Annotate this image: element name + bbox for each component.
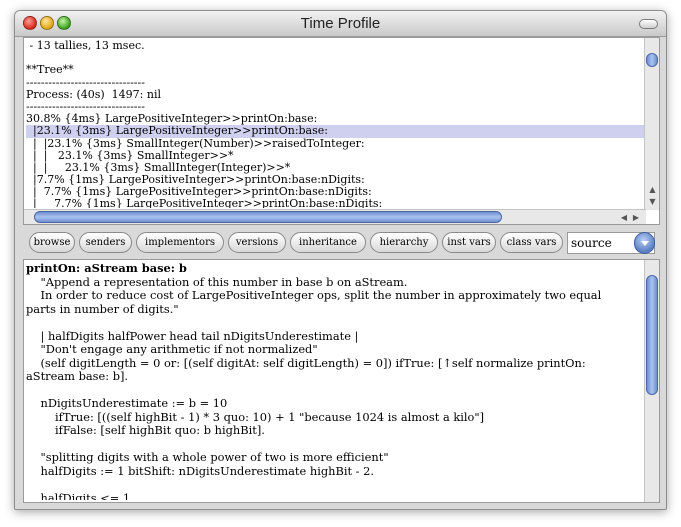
tree-row[interactable]: **Tree** bbox=[26, 64, 644, 76]
class-vars-button[interactable]: class vars bbox=[500, 232, 563, 253]
code-line: aStream base: b]. bbox=[26, 369, 129, 383]
tree-horizontal-scrollbar[interactable]: ◀ ▶ bbox=[24, 209, 646, 224]
browser-toolbar: browse senders implementors versions inh… bbox=[23, 230, 660, 256]
code-line: "splitting digits with a whole power of … bbox=[26, 450, 389, 464]
tree-row[interactable]: | 7.7% {1ms} LargePositiveInteger>>print… bbox=[26, 198, 644, 208]
code-line: nDigitsUnderestimate := b = 10 bbox=[26, 396, 228, 410]
browse-button[interactable]: browse bbox=[29, 232, 75, 253]
code-line: ifTrue: [((self highBit - 1) * 3 quo: 10… bbox=[26, 409, 485, 424]
code-line: halfDigits := 1 bitShift: nDigitsUnderes… bbox=[26, 463, 375, 478]
implementors-button[interactable]: implementors bbox=[136, 232, 224, 253]
source-select-value: source bbox=[571, 236, 612, 250]
chevron-down-icon[interactable] bbox=[634, 232, 655, 254]
code-line: ifFalse: [self highBit quo: b highBit]. bbox=[26, 423, 265, 437]
code-line: halfDigits <= 1 bbox=[26, 490, 131, 500]
code-line: In order to reduce cost of LargePositive… bbox=[26, 288, 602, 302]
tree-vertical-scroll-thumb[interactable] bbox=[646, 53, 658, 67]
time-profile-window: Time Profile - 13 tallies, 13 msec. **Tre… bbox=[14, 10, 667, 510]
code-vertical-scroll-thumb[interactable] bbox=[646, 275, 658, 395]
method-source-pane[interactable]: printOn: aStream base: b "Append a repre… bbox=[23, 259, 660, 503]
code-line: "Don't engage any arithmetic if not norm… bbox=[26, 342, 318, 356]
tree-scroll-left-arrow-icon[interactable]: ◀ bbox=[618, 210, 630, 224]
tree-row[interactable]: -------------------------------- bbox=[26, 76, 644, 89]
profile-tree-pane[interactable]: - 13 tallies, 13 msec. **Tree** ----------… bbox=[23, 37, 660, 225]
hierarchy-button[interactable]: hierarchy bbox=[370, 232, 438, 253]
code-line: parts in number of digits." bbox=[26, 301, 179, 316]
tree-row-selected[interactable]: |23.1% {3ms} LargePositiveInteger>>print… bbox=[26, 125, 644, 138]
tree-scroll-right-arrow-icon[interactable]: ▶ bbox=[630, 210, 642, 224]
inheritance-button[interactable]: inheritance bbox=[290, 232, 366, 253]
profile-tree-text[interactable]: - 13 tallies, 13 msec. **Tree** ----------… bbox=[26, 40, 644, 208]
tree-vertical-scrollbar[interactable]: ▲ ▼ bbox=[644, 38, 659, 210]
inst-vars-button[interactable]: inst vars bbox=[442, 232, 496, 253]
code-line: (self digitLength = 0 or: [(self digitAt… bbox=[26, 355, 586, 370]
tree-scroll-down-arrow-icon[interactable]: ▼ bbox=[645, 196, 659, 208]
tree-scroll-up-arrow-icon[interactable]: ▲ bbox=[645, 184, 659, 196]
method-source-text[interactable]: printOn: aStream base: b "Append a repre… bbox=[26, 262, 644, 500]
window-title: Time Profile bbox=[300, 15, 381, 32]
code-line: | halfDigits halfPower head tail nDigits… bbox=[26, 328, 359, 343]
code-line: "Append a representation of this number … bbox=[26, 274, 408, 289]
tree-row[interactable]: | |23.1% {3ms} SmallInteger(Number)>>rai… bbox=[26, 137, 644, 150]
source-select[interactable]: source bbox=[567, 232, 655, 254]
title-bar[interactable]: Time Profile bbox=[15, 11, 666, 37]
senders-button[interactable]: senders bbox=[79, 232, 132, 253]
method-signature: printOn: aStream base: b bbox=[26, 262, 187, 275]
tree-row[interactable] bbox=[26, 52, 644, 64]
versions-button[interactable]: versions bbox=[228, 232, 286, 253]
tree-horizontal-scroll-thumb[interactable] bbox=[34, 211, 502, 223]
code-vertical-scrollbar[interactable] bbox=[644, 260, 659, 502]
collapse-toolbar-button[interactable] bbox=[639, 19, 658, 29]
tree-row[interactable]: - 13 tallies, 13 msec. bbox=[26, 40, 644, 52]
